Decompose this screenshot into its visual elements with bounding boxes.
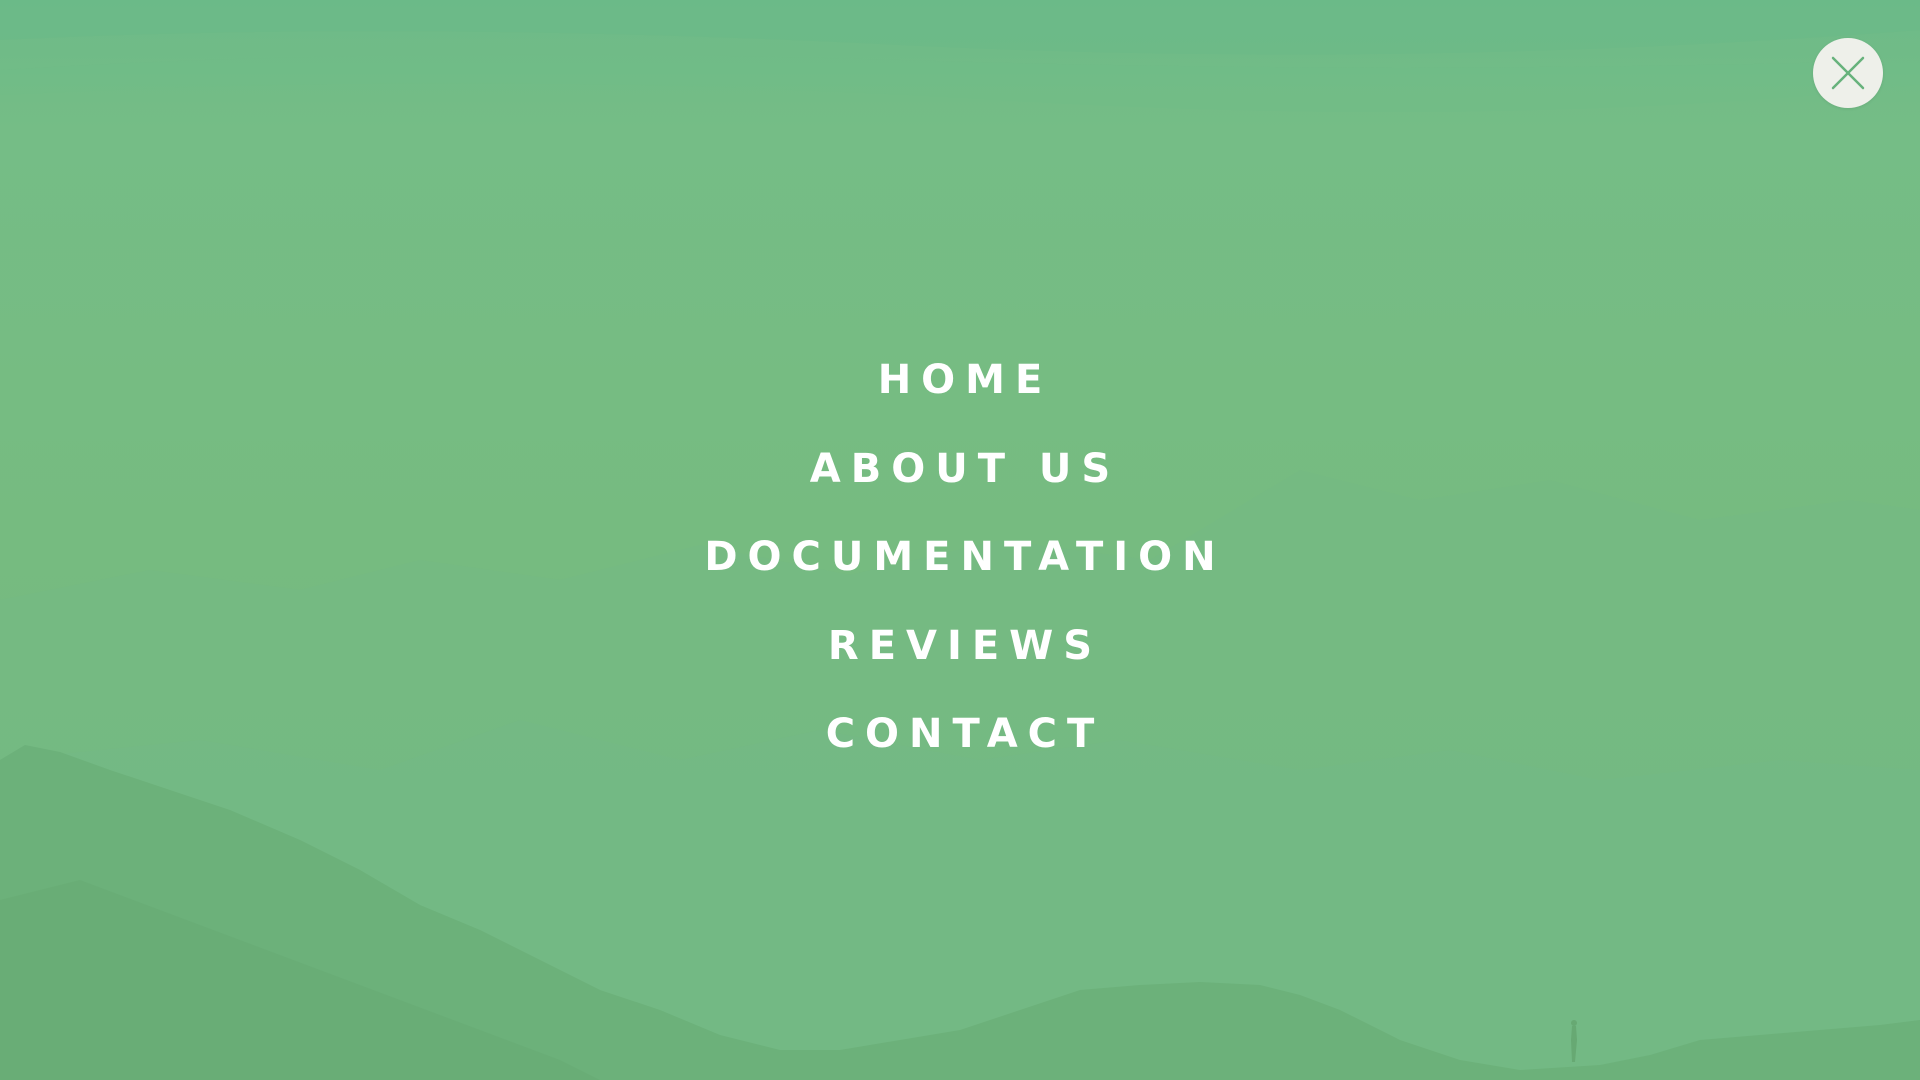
menu-link-home[interactable]: HOME bbox=[878, 360, 1053, 400]
close-icon bbox=[1831, 56, 1865, 90]
main-nav-menu: HOME ABOUT US DOCUMENTATION REVIEWS CONT… bbox=[0, 336, 1920, 779]
menu-link-contact[interactable]: CONTACT bbox=[826, 714, 1105, 754]
menu-item-home: HOME bbox=[878, 336, 1043, 425]
menu-item-contact: CONTACT bbox=[826, 690, 1095, 779]
menu-item-documentation: DOCUMENTATION bbox=[704, 513, 1215, 602]
close-button[interactable] bbox=[1813, 38, 1883, 108]
menu-link-reviews[interactable]: REVIEWS bbox=[828, 626, 1102, 666]
menu-item-about-us: ABOUT US bbox=[810, 425, 1110, 514]
menu-link-documentation[interactable]: DOCUMENTATION bbox=[704, 537, 1225, 577]
menu-overlay: HOME ABOUT US DOCUMENTATION REVIEWS CONT… bbox=[0, 0, 1920, 1080]
menu-link-about-us[interactable]: ABOUT US bbox=[810, 449, 1120, 489]
menu-item-reviews: REVIEWS bbox=[828, 602, 1092, 691]
